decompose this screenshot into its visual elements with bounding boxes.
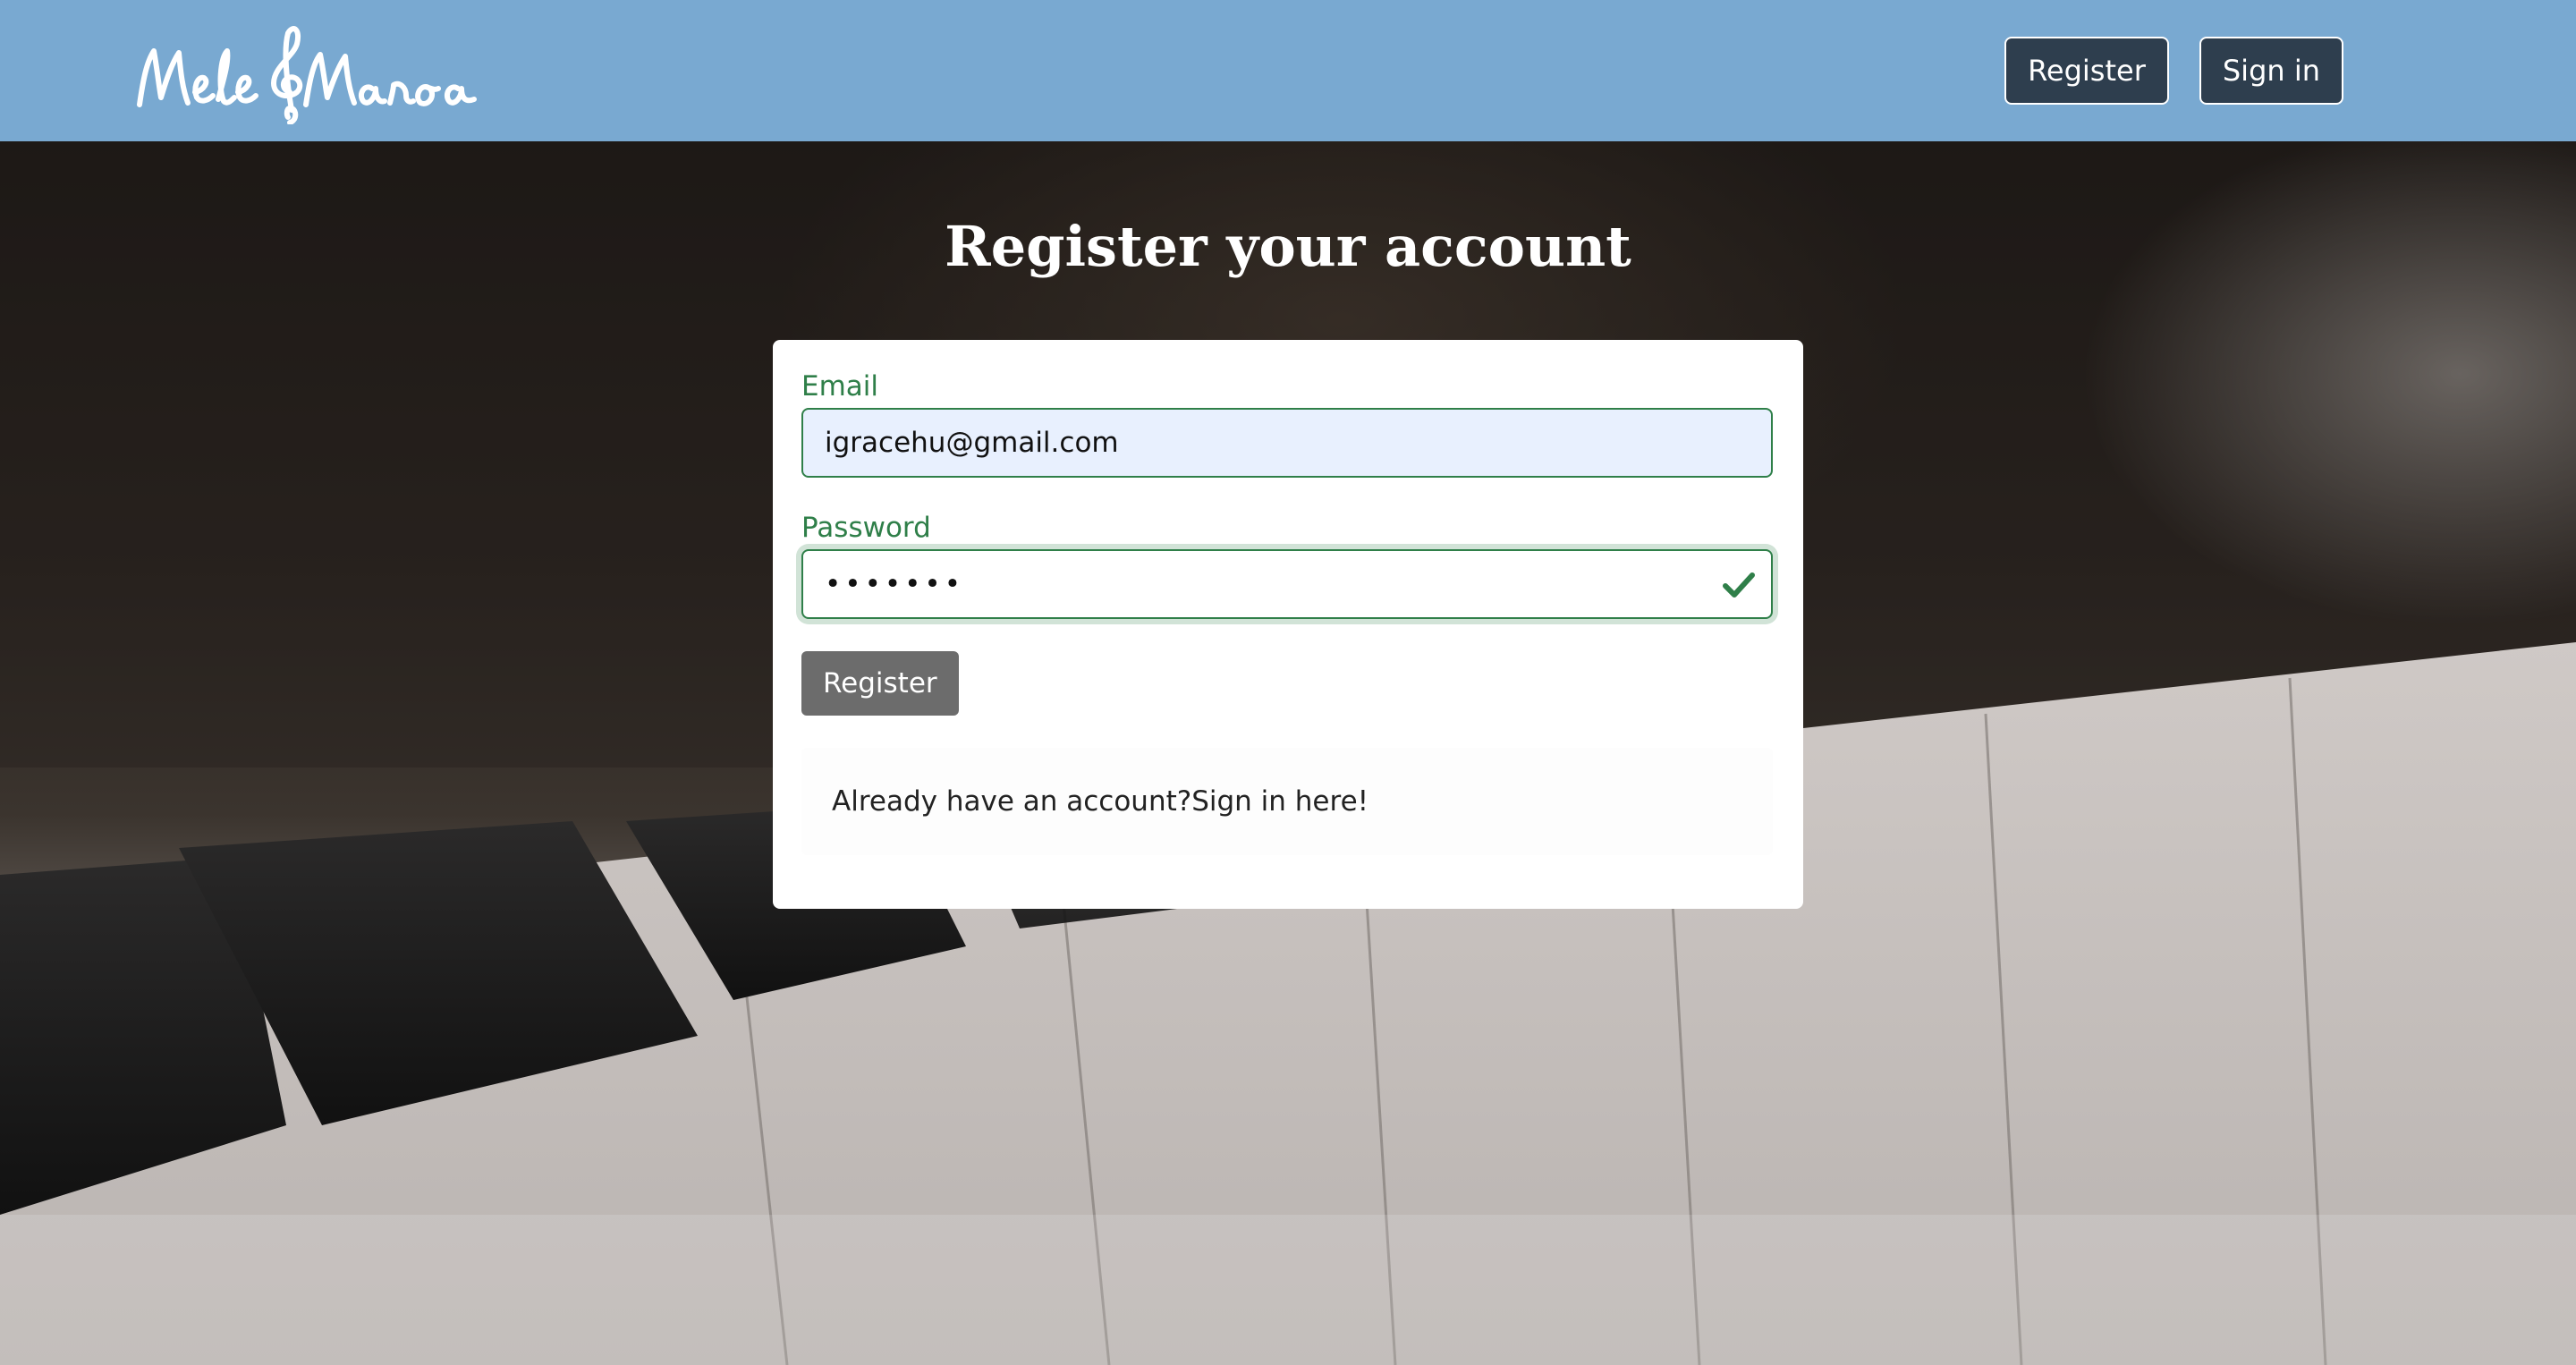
nav-buttons: Register Sign in — [2004, 37, 2343, 105]
password-label: Password — [801, 512, 931, 544]
password-field-wrapper — [801, 549, 1773, 619]
signin-link[interactable]: Sign in here! — [1191, 785, 1368, 818]
nav-register-button[interactable]: Register — [2004, 37, 2169, 105]
signin-message-prefix: Already have an account? — [832, 785, 1192, 818]
logo-wordmark — [137, 26, 477, 124]
password-input[interactable] — [801, 549, 1773, 619]
logo[interactable] — [131, 17, 488, 124]
check-icon — [1723, 572, 1755, 598]
navbar: Register Sign in — [0, 0, 2576, 141]
register-submit-button[interactable]: Register — [801, 651, 959, 716]
email-input[interactable] — [801, 408, 1773, 478]
email-label: Email — [801, 370, 879, 403]
page-title: Register your account — [945, 214, 1631, 279]
signin-message: Already have an account? Sign in here! — [801, 748, 1773, 855]
nav-signin-button[interactable]: Sign in — [2199, 37, 2343, 105]
email-field-wrapper — [801, 408, 1773, 478]
register-form-card: Email Password Register Already have an … — [773, 340, 1803, 909]
